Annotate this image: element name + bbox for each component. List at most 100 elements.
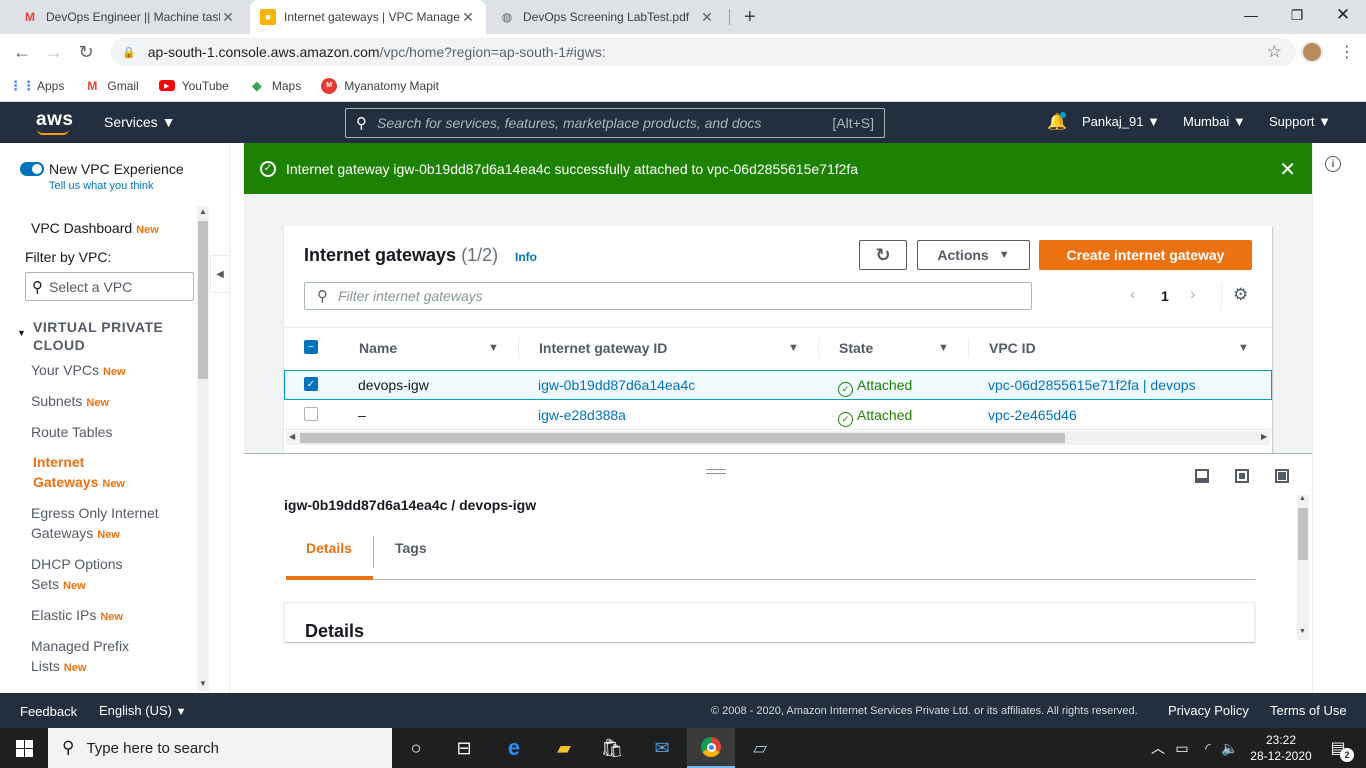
row-vpc-id-link[interactable]: vpc-06d2855615e71f2fa | devops xyxy=(988,370,1196,400)
refresh-button[interactable]: ↻ xyxy=(859,240,907,270)
sidebar-item-egress-only-gateways[interactable]: Egress Only Internet Gateways New xyxy=(31,503,159,545)
feedback-link[interactable]: Tell us what you think xyxy=(49,180,154,192)
column-header-gateway-id[interactable]: Internet gateway ID xyxy=(539,336,667,360)
next-page-icon[interactable]: › xyxy=(1190,286,1195,304)
bookmark-myanatomy[interactable]: M Myanatomy Mapit xyxy=(321,77,439,94)
chrome-icon[interactable] xyxy=(687,728,735,768)
cortana-icon[interactable]: ○ xyxy=(392,728,440,768)
notifications-icon[interactable]: ▤ 2 xyxy=(1318,728,1358,768)
resize-handle-icon[interactable] xyxy=(706,469,726,474)
actions-button[interactable]: Actions ▼ xyxy=(917,240,1030,270)
sidebar-scrollbar-thumb[interactable] xyxy=(198,221,208,379)
panel-fullscreen-icon[interactable] xyxy=(1275,469,1289,483)
collapse-sidebar-button[interactable]: ◀ xyxy=(210,255,230,293)
file-explorer-icon[interactable]: ▰ xyxy=(540,728,588,768)
tray-chevron-icon[interactable]: ︿ xyxy=(1146,728,1170,768)
bookmark-gmail[interactable]: M Gmail xyxy=(84,78,138,94)
sort-caret-icon[interactable]: ▼ xyxy=(938,342,949,354)
region-menu[interactable]: Mumbai ▼ xyxy=(1183,114,1246,129)
info-icon[interactable]: i xyxy=(1325,156,1341,172)
page-number[interactable]: 1 xyxy=(1161,288,1169,304)
sidebar-item-elastic-ips[interactable]: Elastic IPs New xyxy=(31,605,123,627)
language-select[interactable]: English (US) ▼ xyxy=(99,703,186,718)
bookmark-maps[interactable]: ◆ Maps xyxy=(249,78,301,94)
create-internet-gateway-button[interactable]: Create internet gateway xyxy=(1039,240,1252,270)
sidebar-item-subnets[interactable]: Subnets New xyxy=(31,391,109,413)
new-tab-button[interactable]: + xyxy=(734,0,762,34)
sidebar-item-dhcp-options[interactable]: DHCP Options Sets New xyxy=(31,554,123,596)
scroll-down-arrow-icon[interactable]: ▼ xyxy=(1299,628,1306,635)
row-gateway-id-link[interactable]: igw-e28d388a xyxy=(538,400,626,430)
sort-caret-icon[interactable]: ▼ xyxy=(788,342,799,354)
scroll-up-arrow-icon[interactable]: ▲ xyxy=(1299,495,1306,502)
sidebar-item-route-tables[interactable]: Route Tables xyxy=(31,422,112,442)
sort-caret-icon[interactable]: ▼ xyxy=(1238,342,1249,354)
close-tab-icon[interactable]: ✕ xyxy=(220,9,236,26)
row-gateway-id-link[interactable]: igw-0b19dd87d6a14ea4c xyxy=(538,370,695,400)
forward-icon[interactable]: → xyxy=(40,38,68,66)
scroll-left-arrow-icon[interactable]: ◀ xyxy=(289,432,295,441)
clock[interactable]: 23:22 28-12-2020 xyxy=(1250,732,1312,764)
address-bar[interactable]: 🔒 ap-south-1.console.aws.amazon.com/vpc/… xyxy=(110,38,1296,66)
browser-tab-vpc[interactable]: ■ Internet gateways | VPC Manager ✕ xyxy=(250,0,486,34)
info-link[interactable]: Info xyxy=(515,250,537,264)
row-checkbox[interactable]: ✓ xyxy=(304,377,318,391)
sidebar-item-internet-gateways[interactable]: Internet Gateways New xyxy=(33,452,125,494)
sidebar-item-your-vpcs[interactable]: Your VPCs New xyxy=(31,360,126,382)
minimize-button[interactable]: — xyxy=(1228,0,1274,30)
taskbar-search-input[interactable]: ⚲ Type here to search xyxy=(48,728,392,768)
column-header-state[interactable]: State xyxy=(839,336,873,360)
store-icon[interactable]: 🛍 xyxy=(588,728,636,768)
scroll-down-arrow-icon[interactable]: ▼ xyxy=(199,679,207,688)
terms-of-use-link[interactable]: Terms of Use xyxy=(1270,703,1347,718)
close-tab-icon[interactable]: ✕ xyxy=(460,9,476,26)
volume-icon[interactable]: 🔈 xyxy=(1218,728,1242,768)
aws-search-input[interactable]: ⚲ Search for services, features, marketp… xyxy=(345,108,885,138)
bookmark-apps[interactable]: ⋮⋮ Apps xyxy=(9,78,64,94)
feedback-link[interactable]: Feedback xyxy=(20,704,77,719)
sidebar-item-vpc-dashboard[interactable]: VPC Dashboard New xyxy=(31,218,159,240)
support-menu[interactable]: Support ▼ xyxy=(1269,114,1331,129)
reload-icon[interactable]: ↻ xyxy=(72,38,100,66)
select-all-checkbox[interactable]: − xyxy=(304,340,318,354)
chrome-menu-icon[interactable]: ⋮ xyxy=(1339,42,1355,62)
maximize-button[interactable]: ❐ xyxy=(1274,0,1320,30)
sidebar-item-managed-prefix-lists[interactable]: Managed Prefix Lists New xyxy=(31,636,129,678)
aws-logo[interactable]: aws xyxy=(36,109,73,131)
browser-tab-gmail[interactable]: M DevOps Engineer || Machine task ✕ xyxy=(12,0,246,34)
previous-page-icon[interactable]: ‹ xyxy=(1130,286,1135,304)
table-row[interactable] xyxy=(284,400,1272,430)
close-window-button[interactable]: ✕ xyxy=(1320,0,1366,30)
windows-start-icon[interactable] xyxy=(0,728,48,768)
split-panel-scrollbar-thumb[interactable] xyxy=(1298,508,1308,560)
tab-details[interactable]: Details xyxy=(306,540,352,556)
notepad-icon[interactable]: ▱ xyxy=(736,728,784,768)
bookmark-star-icon[interactable]: ☆ xyxy=(1267,42,1282,62)
battery-icon[interactable]: ▭ xyxy=(1170,728,1194,768)
column-header-name[interactable]: Name xyxy=(359,336,397,360)
bookmark-youtube[interactable]: ▶ YouTube xyxy=(158,79,229,93)
browser-tab-pdf[interactable]: ◍ DevOps Screening LabTest.pdf ✕ xyxy=(489,0,725,34)
row-checkbox[interactable] xyxy=(304,407,318,421)
back-icon[interactable]: ← xyxy=(8,38,36,66)
collapse-caret-icon[interactable]: ▼ xyxy=(17,328,26,338)
row-vpc-id-link[interactable]: vpc-2e465d46 xyxy=(988,400,1077,430)
close-tab-icon[interactable]: ✕ xyxy=(699,9,715,26)
panel-side-icon[interactable] xyxy=(1235,469,1249,483)
mail-icon[interactable]: ✉ xyxy=(638,728,686,768)
close-icon[interactable]: ✕ xyxy=(1279,157,1296,182)
column-header-vpc-id[interactable]: VPC ID xyxy=(989,336,1036,360)
horizontal-scrollbar-thumb[interactable] xyxy=(300,433,1065,443)
filter-gateways-input[interactable]: ⚲ Filter internet gateways xyxy=(304,282,1032,310)
services-menu[interactable]: Services ▼ xyxy=(104,114,175,130)
sort-caret-icon[interactable]: ▼ xyxy=(488,342,499,354)
panel-bottom-icon[interactable] xyxy=(1195,469,1209,483)
tab-tags[interactable]: Tags xyxy=(395,540,427,556)
gear-icon[interactable]: ⚙ xyxy=(1233,285,1248,305)
new-experience-toggle[interactable] xyxy=(20,162,44,176)
scroll-up-arrow-icon[interactable]: ▲ xyxy=(199,207,207,216)
account-menu[interactable]: Pankaj_91 ▼ xyxy=(1082,114,1160,129)
privacy-policy-link[interactable]: Privacy Policy xyxy=(1168,703,1249,718)
vpc-filter-select[interactable]: ⚲ Select a VPC xyxy=(25,272,194,301)
scroll-right-arrow-icon[interactable]: ▶ xyxy=(1261,432,1267,441)
